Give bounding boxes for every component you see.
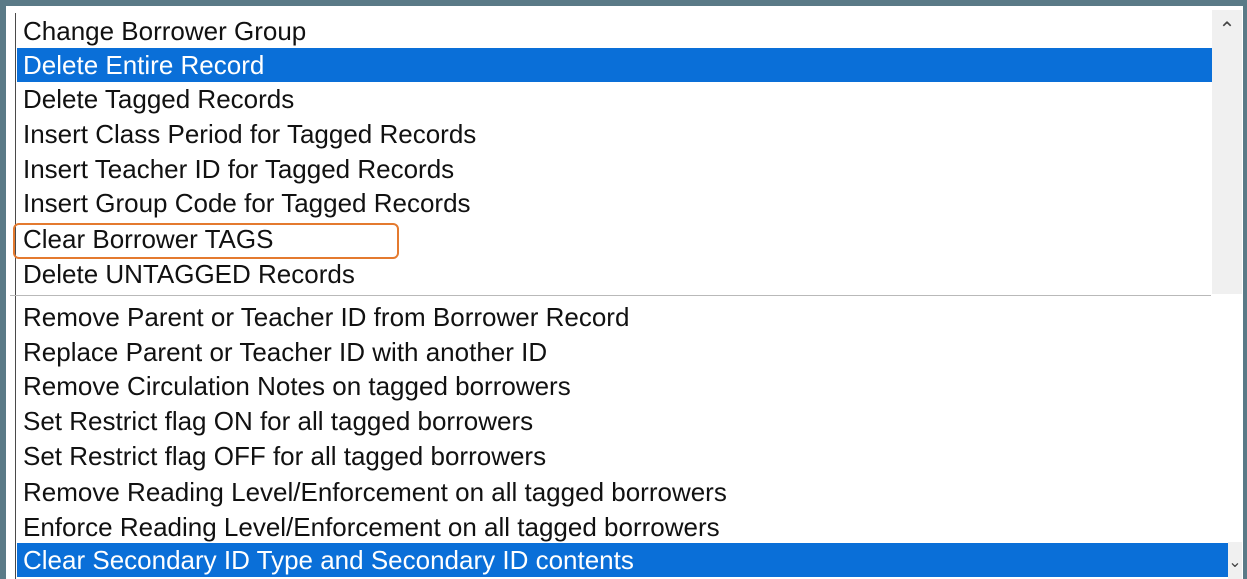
list-item[interactable]: Set Restrict flag OFF for all tagged bor… bbox=[17, 439, 1232, 473]
list-item[interactable]: Change Borrower Group bbox=[17, 14, 1218, 48]
list-item[interactable]: Set Restrict flag ON for all tagged borr… bbox=[17, 404, 1232, 438]
list-item[interactable]: Delete Tagged Records bbox=[17, 82, 1218, 116]
list-item-selected[interactable]: Clear Secondary ID Type and Secondary ID… bbox=[17, 543, 1232, 577]
list-item[interactable]: Remove Reading Level/Enforcement on all … bbox=[17, 475, 1232, 509]
list-divider bbox=[10, 295, 1211, 296]
highlight-box bbox=[13, 223, 399, 259]
list-item[interactable]: Enforce Reading Level/Enforcement on all… bbox=[17, 510, 1232, 544]
chevron-up-icon[interactable]: ⌃ bbox=[1213, 16, 1241, 44]
list-item-selected[interactable]: Delete Entire Record bbox=[17, 48, 1218, 82]
scrollbar-upper[interactable] bbox=[1212, 10, 1242, 294]
list-item[interactable]: Insert Group Code for Tagged Records bbox=[17, 186, 1218, 220]
list-item[interactable]: Insert Class Period for Tagged Records bbox=[17, 117, 1218, 151]
lower-action-list[interactable]: Remove Parent or Teacher ID from Borrowe… bbox=[10, 298, 1238, 579]
list-item[interactable]: Insert Teacher ID for Tagged Records bbox=[17, 152, 1218, 186]
list-item[interactable]: Remove Parent or Teacher ID from Borrowe… bbox=[17, 300, 1232, 334]
list-item[interactable]: Remove Circulation Notes on tagged borro… bbox=[17, 369, 1232, 403]
list-item[interactable]: Replace Parent or Teacher ID with anothe… bbox=[17, 335, 1232, 369]
list-item[interactable]: Delete UNTAGGED Records bbox=[17, 257, 1218, 291]
chevron-down-icon[interactable]: ⌄ bbox=[1226, 549, 1244, 577]
